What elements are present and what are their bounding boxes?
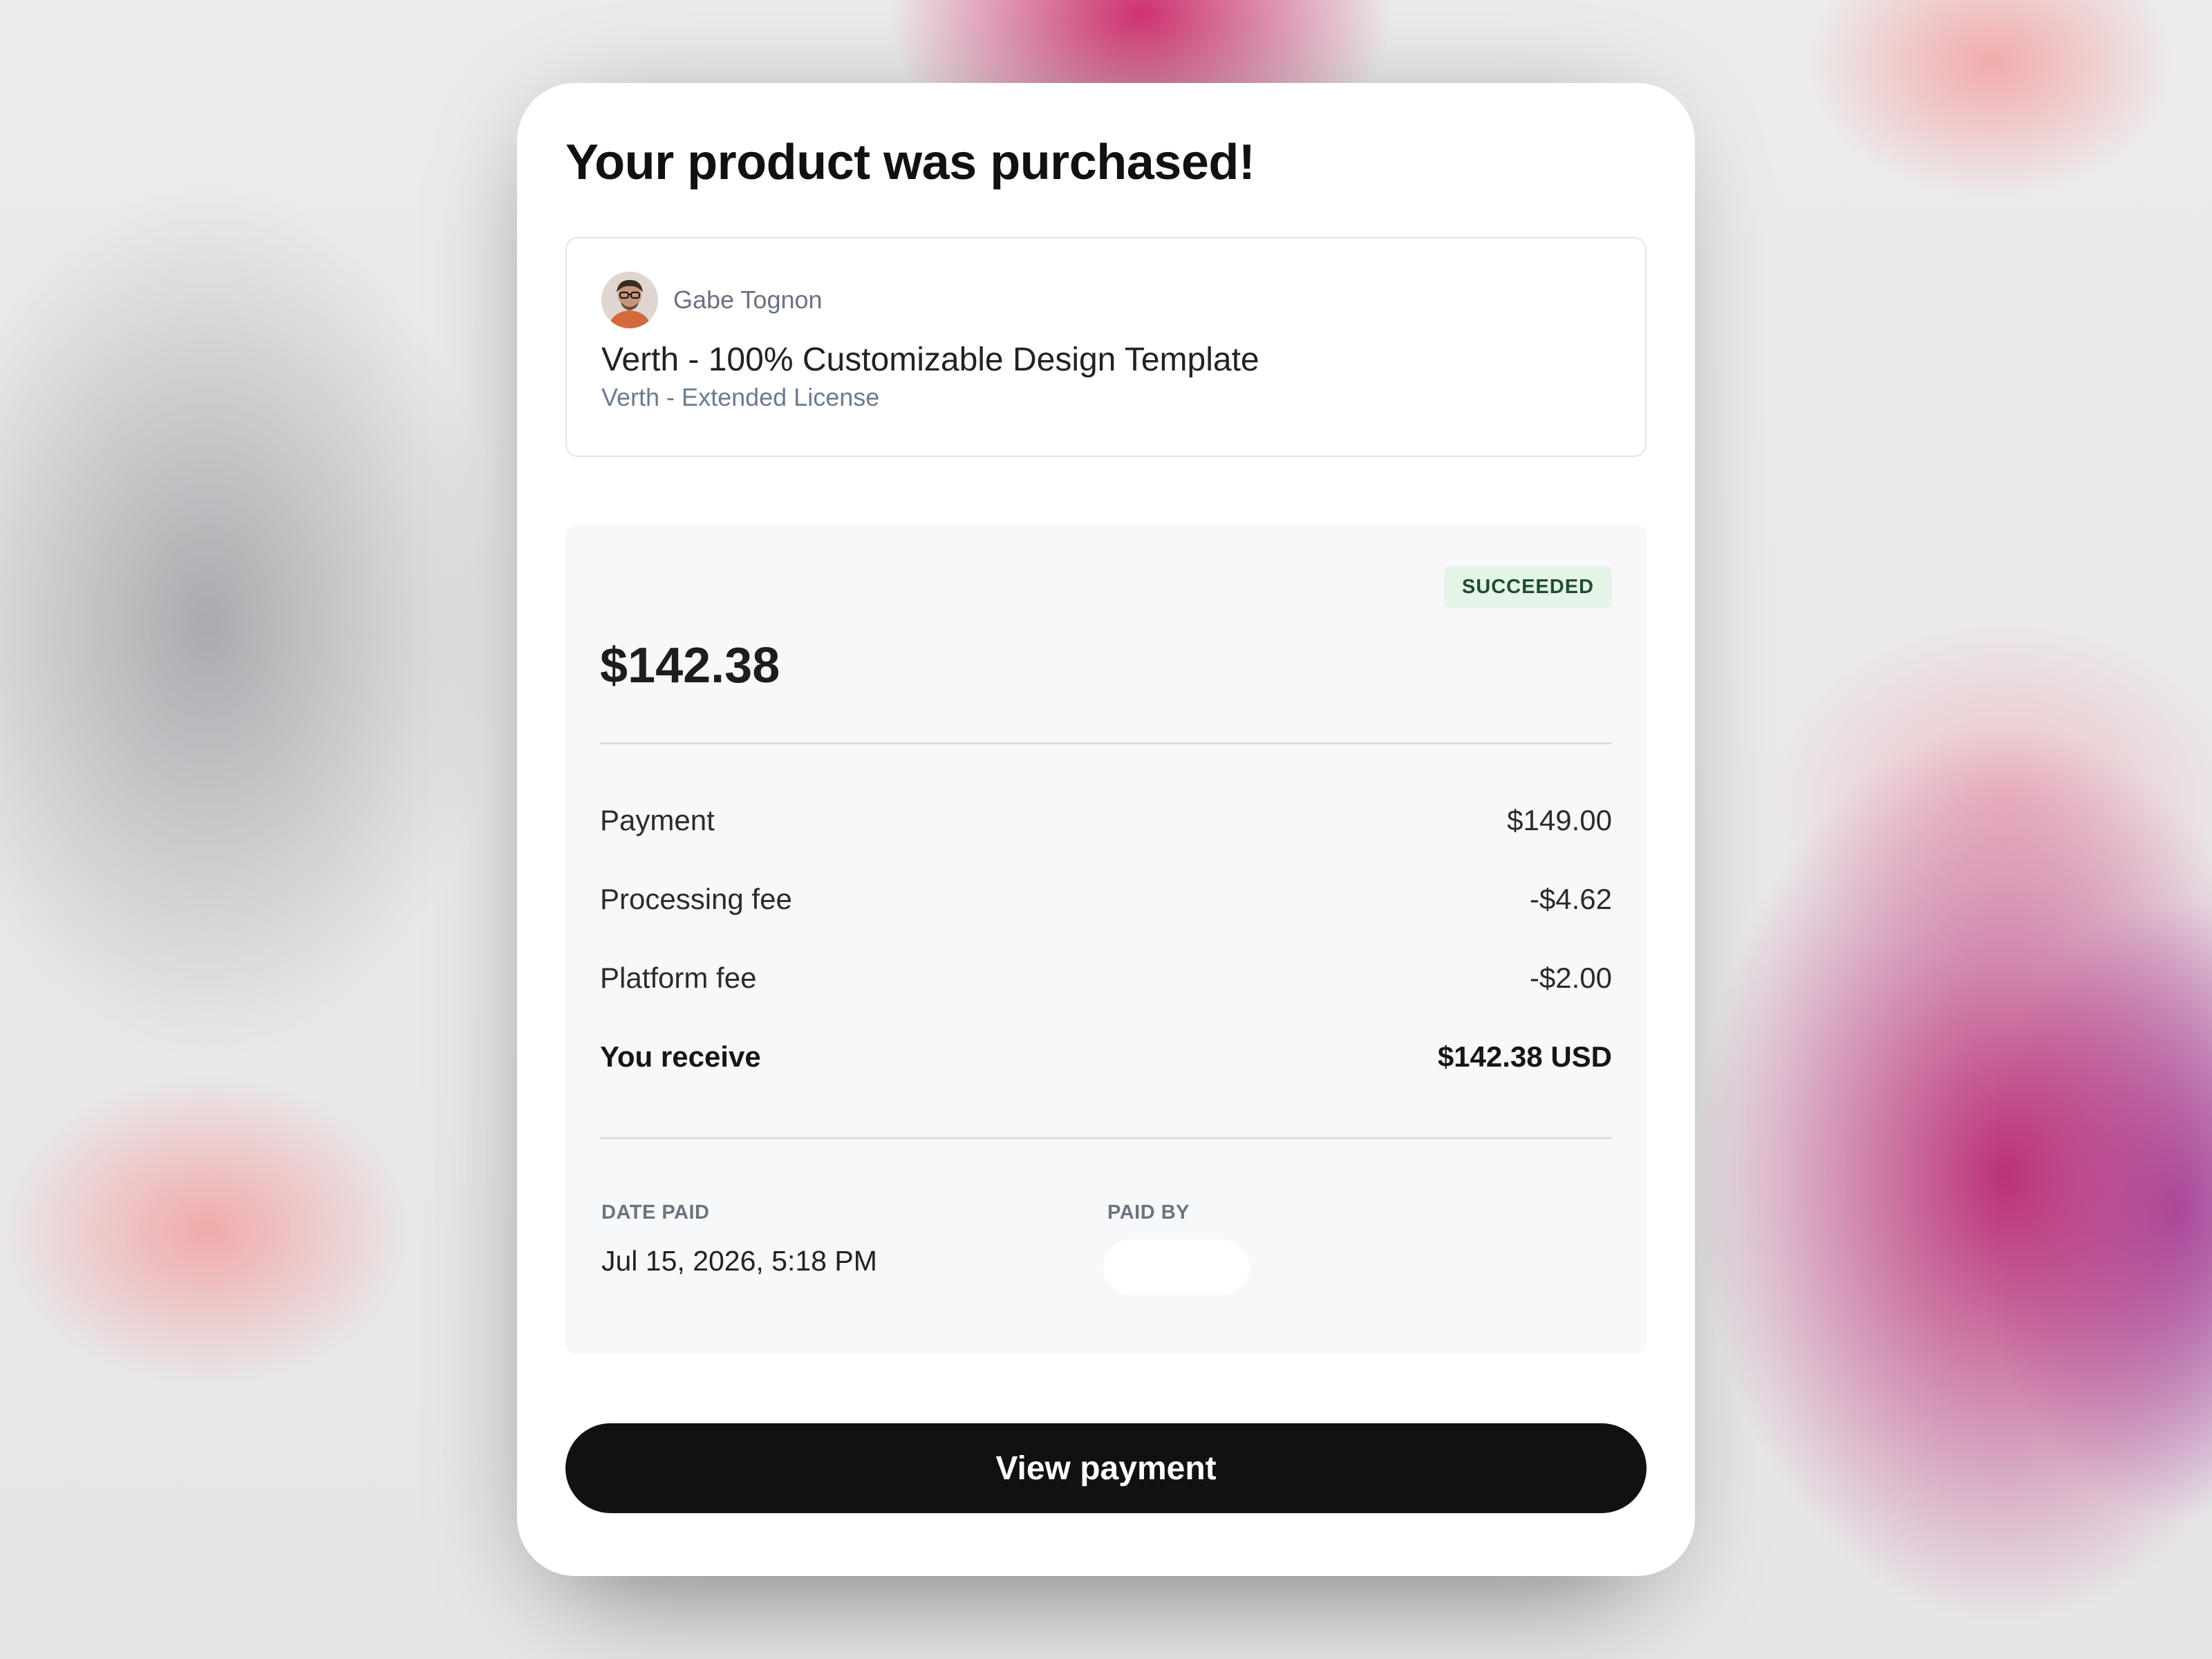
status-row: SUCCEEDED [600,566,1612,609]
line-item-label: Platform fee [600,962,757,995]
line-item-value: -$2.00 [1529,962,1612,995]
product-name: Verth - 100% Customizable Design Templat… [601,341,1259,379]
redacted-payer [1103,1239,1250,1295]
line-item-label: Payment [600,804,715,837]
status-badge: SUCCEEDED [1443,566,1612,609]
line-item-total: You receive $142.38 USD [600,1013,1612,1101]
date-paid-value: Jul 15, 2026, 5:18 PM [601,1245,877,1277]
product-summary: Gabe Tognon Verth - 100% Customizable De… [565,237,1647,458]
line-item-value: $149.00 [1507,804,1612,837]
total-value: $142.38 USD [1437,1040,1612,1074]
author-name: Gabe Tognon [673,285,823,315]
paid-by-label: PAID BY [1107,1201,1190,1224]
author-row: Gabe Tognon [601,272,1611,329]
payment-details: SUCCEEDED $142.38 Payment $149.00 Proces… [565,525,1647,1355]
page-title: Your product was purchased! [565,135,1255,190]
line-item-label: Processing fee [600,883,792,916]
payment-meta: DATE PAID Jul 15, 2026, 5:18 PM PAID BY [600,1201,1612,1295]
paid-by-section: PAID BY [1103,1201,1612,1295]
view-payment-button[interactable]: View payment [565,1423,1647,1514]
divider [600,1137,1612,1140]
payment-amount: $142.38 [600,638,780,694]
line-item-value: -$4.62 [1529,883,1612,916]
total-label: You receive [600,1040,761,1074]
license-name: Verth - Extended License [601,383,880,412]
line-item-payment: Payment $149.00 [600,776,1612,865]
line-item-processing-fee: Processing fee -$4.62 [600,855,1612,944]
line-item-platform-fee: Platform fee -$2.00 [600,934,1612,1022]
divider [600,742,1612,745]
user-avatar-icon [601,272,658,329]
date-paid-section: DATE PAID Jul 15, 2026, 5:18 PM [600,1201,1106,1295]
date-paid-label: DATE PAID [601,1201,710,1224]
purchase-notification-card: Your product was purchased! Gabe Tognon … [517,83,1695,1576]
